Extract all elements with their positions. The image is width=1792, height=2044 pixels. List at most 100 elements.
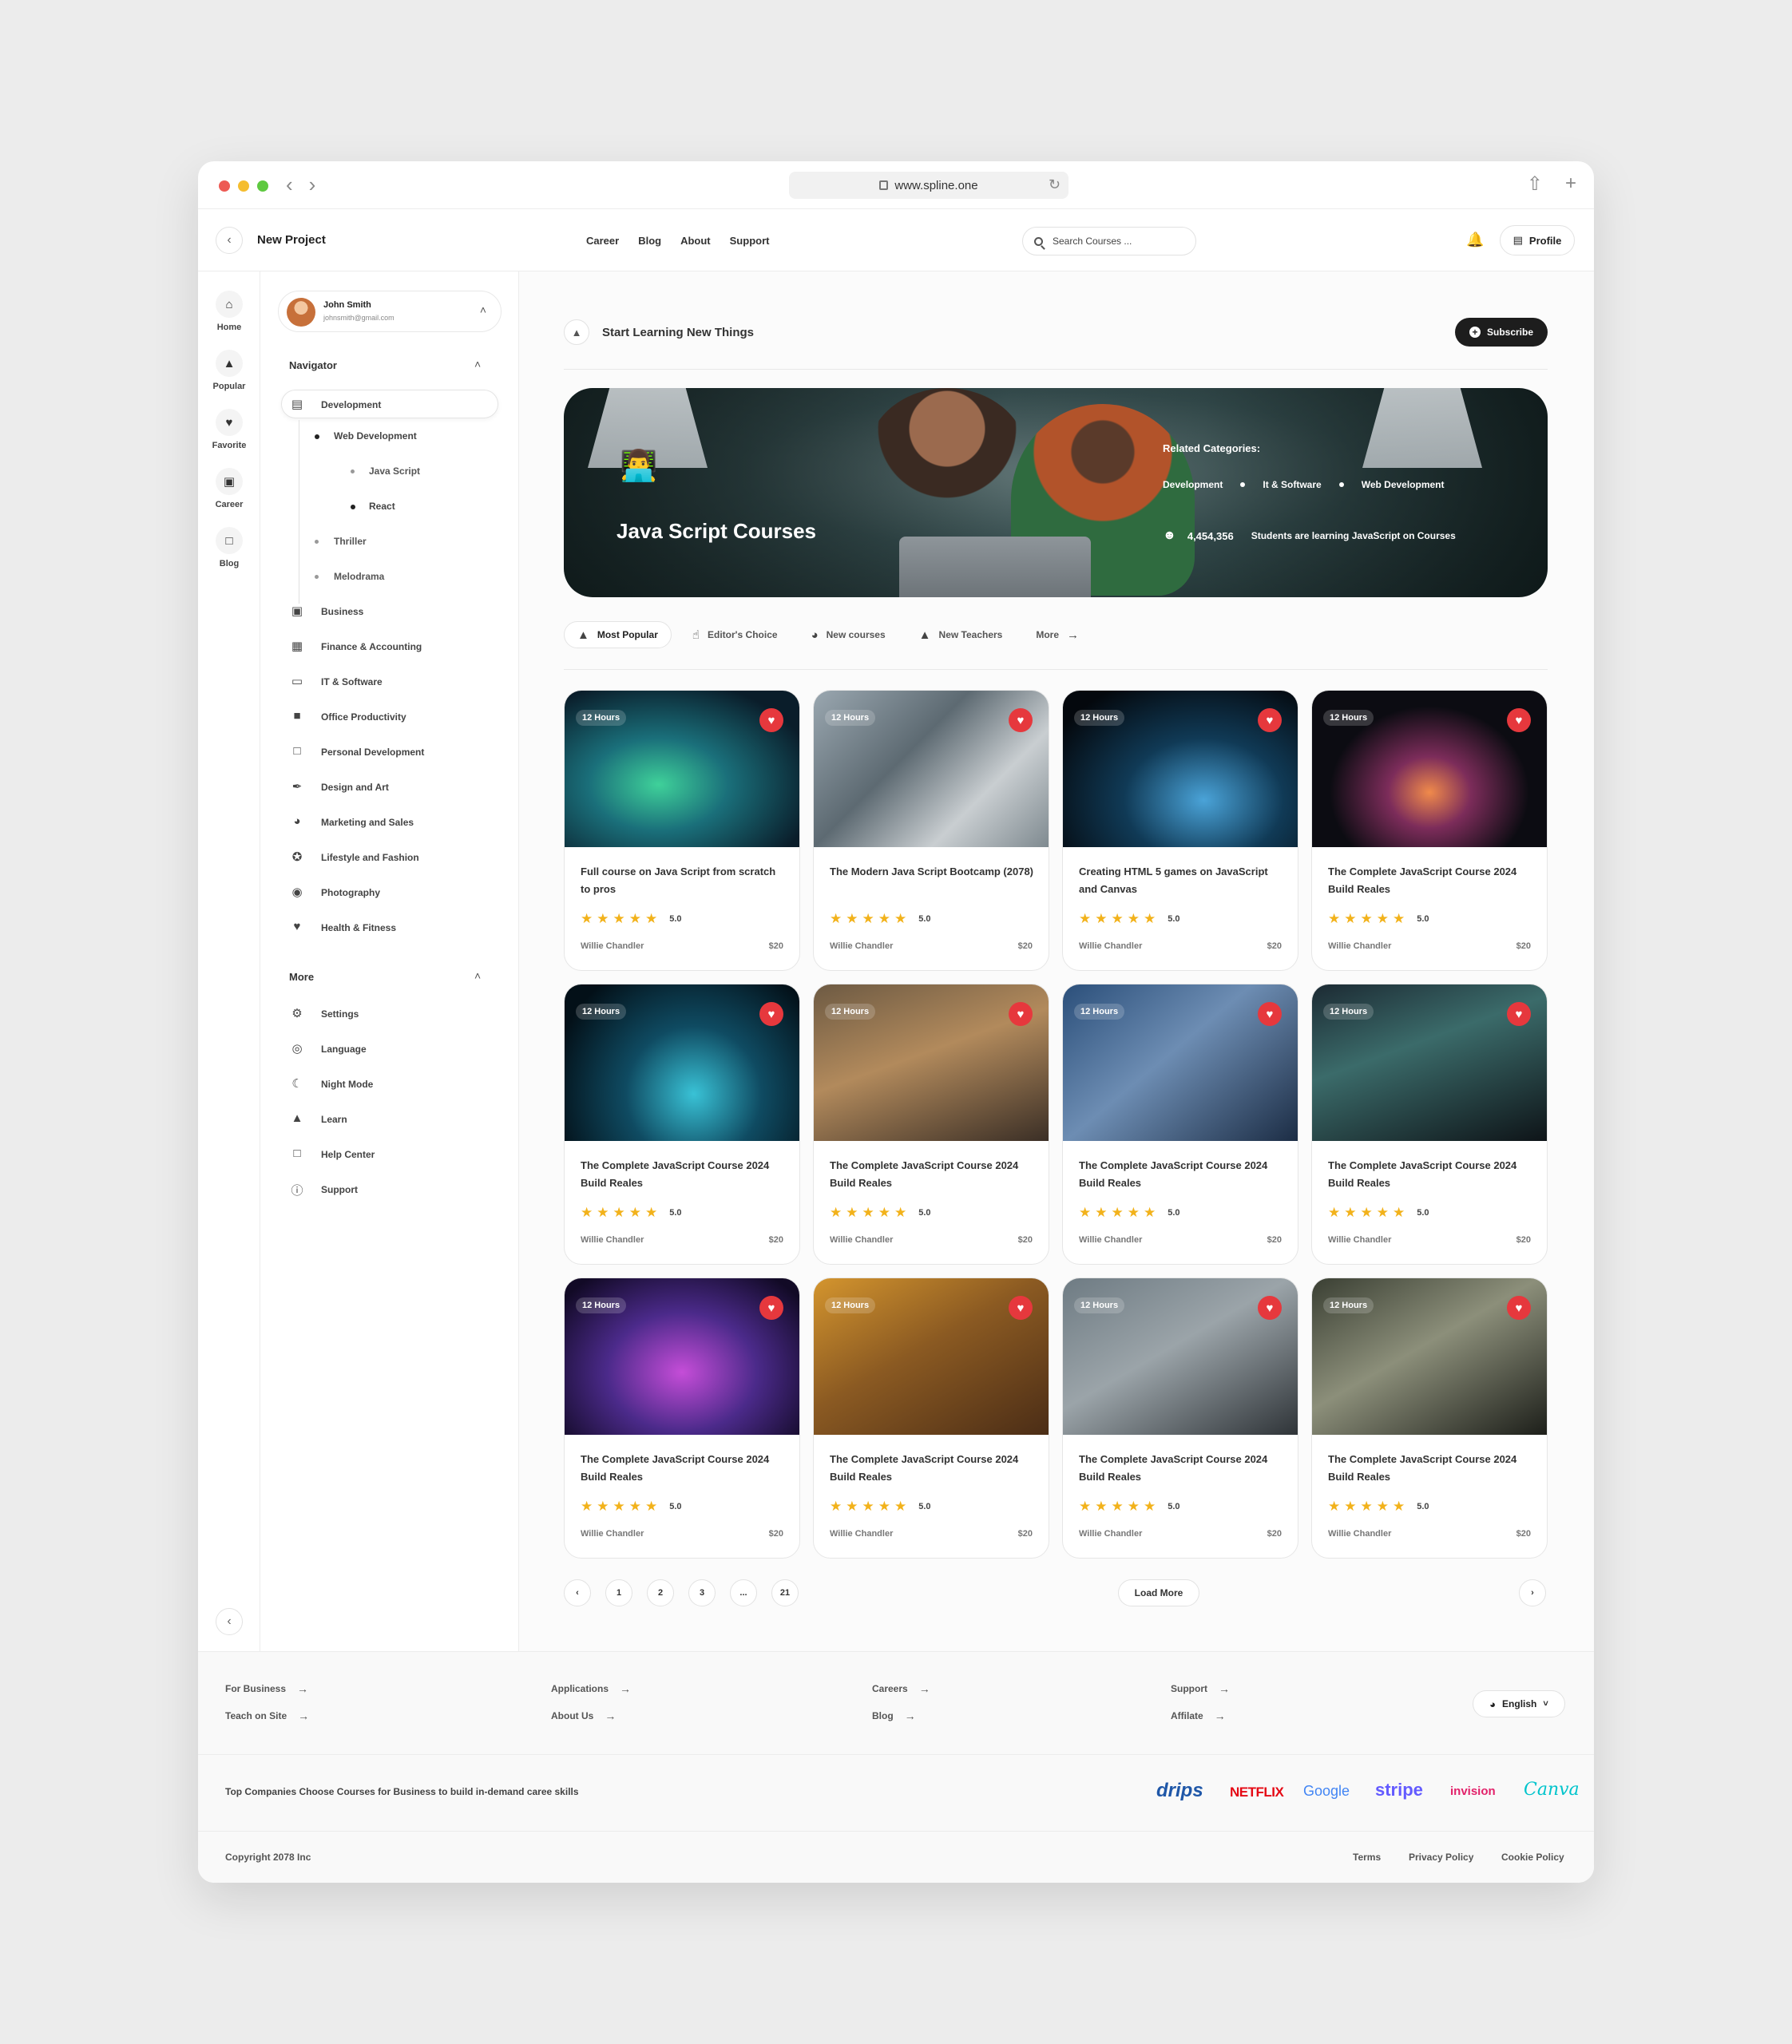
search-input[interactable]: Search Courses ... [1022,227,1196,256]
reload-icon[interactable]: ↻ [1049,176,1061,193]
footer-link-privacy-policy[interactable]: Privacy Policy [1409,1852,1473,1863]
course-title[interactable]: The Complete JavaScript Course 2024 Buil… [830,1157,1037,1192]
favorite-heart-icon[interactable]: ♥ [759,708,783,732]
star-badge-icon: ✪ [291,850,303,864]
course-card[interactable]: 12 Hours ♥ The Complete JavaScript Course … [564,1278,800,1559]
rail-item-favorite[interactable]: ♥ Favorite [198,409,260,450]
tab-editors-choice[interactable]: ☝ Editor's Choice [680,621,791,648]
favorite-heart-icon[interactable]: ♥ [1009,708,1033,732]
course-title[interactable]: Full course on Java Script from scratch … [581,863,788,898]
footer-link-cookie-policy[interactable]: Cookie Policy [1501,1852,1564,1863]
favorite-heart-icon[interactable]: ♥ [1507,1002,1531,1026]
footer-link-blog[interactable]: Blog → [872,1709,916,1722]
favorite-heart-icon[interactable]: ♥ [759,1296,783,1320]
nav-blog[interactable]: Blog [638,235,661,247]
rail-item-home[interactable]: ⌂ Home [198,291,260,332]
rail-item-career[interactable]: ▣ Career [198,468,260,509]
footer-link-terms[interactable]: Terms [1353,1852,1381,1863]
course-card[interactable]: 12 Hours ♥ Full course on Java Script from… [564,690,800,971]
course-card[interactable]: 12 Hours ♥ The Complete JavaScript Course … [1311,984,1548,1265]
tab-more[interactable]: More → [1023,621,1092,648]
course-title[interactable]: The Complete JavaScript Course 2024 Buil… [581,1157,788,1192]
page-21-button[interactable]: 21 [771,1579,799,1606]
sidebar-item-development[interactable] [281,390,498,418]
course-title[interactable]: Creating HTML 5 games on JavaScript and … [1079,863,1287,898]
browser-forward-icon[interactable]: › [309,172,316,197]
course-card[interactable]: 12 Hours ♥ The Complete JavaScript Course … [1062,984,1298,1265]
tab-new-courses[interactable]: ◕ New courses [799,621,898,648]
rail-item-blog[interactable]: □ Blog [198,527,260,568]
footer-link-careers[interactable]: Careers → [872,1682,930,1695]
related-category-web-development[interactable]: Web Development [1362,479,1445,490]
footer-link-support[interactable]: Support → [1171,1682,1230,1695]
sidebar-item-react[interactable]: React [369,501,395,512]
course-title[interactable]: The Complete JavaScript Course 2024 Buil… [1328,1157,1536,1192]
course-card[interactable]: 12 Hours ♥ Creating HTML 5 games on JavaSc… [1062,690,1298,971]
bell-icon[interactable]: 🔔 [1466,232,1484,248]
course-card[interactable]: 12 Hours ♥ The Complete JavaScript Course … [813,984,1049,1265]
related-category-it-software[interactable]: It & Software [1263,479,1321,490]
page-ellipsis[interactable]: ... [730,1579,757,1606]
course-title[interactable]: The Complete JavaScript Course 2024 Buil… [1328,1451,1536,1486]
subscribe-button[interactable]: + Subscribe [1455,318,1548,347]
course-title[interactable]: The Modern Java Script Bootcamp (2078) [830,863,1037,881]
favorite-heart-icon[interactable]: ♥ [759,1002,783,1026]
course-title[interactable]: The Complete JavaScript Course 2024 Buil… [1079,1157,1287,1192]
back-button[interactable]: ‹ [216,227,243,254]
share-icon[interactable]: ⇧ [1527,172,1543,196]
sidebar-item-thriller[interactable]: Thriller [334,536,367,547]
page-3-button[interactable]: 3 [688,1579,716,1606]
url-bar[interactable]: www.spline.one ↻ [789,172,1068,199]
collapse-sidebar-button[interactable]: ‹ [216,1608,243,1635]
minimize-window-button[interactable] [238,180,249,192]
favorite-heart-icon[interactable]: ♥ [1258,1296,1282,1320]
course-card[interactable]: 12 Hours ♥ The Complete JavaScript Course … [813,1278,1049,1559]
course-title[interactable]: The Complete JavaScript Course 2024 Buil… [1328,863,1536,898]
arrow-right-icon: → [1214,1709,1226,1722]
new-tab-icon[interactable]: + [1565,172,1576,196]
footer-link-affilate[interactable]: Affilate → [1171,1709,1226,1722]
favorite-heart-icon[interactable]: ♥ [1258,1002,1282,1026]
next-page-button[interactable]: › [1519,1579,1546,1606]
course-card[interactable]: 12 Hours ♥ The Complete JavaScript Course … [1311,1278,1548,1559]
rail-item-popular[interactable]: ▲ Popular [198,350,260,391]
sidebar-item-melodrama[interactable]: Melodrama [334,571,384,582]
course-card[interactable]: 12 Hours ♥ The Complete JavaScript Course … [564,984,800,1265]
browser-back-icon[interactable]: ‹ [286,172,293,197]
page-1-button[interactable]: 1 [605,1579,632,1606]
favorite-heart-icon[interactable]: ♥ [1507,708,1531,732]
favorite-heart-icon[interactable]: ♥ [1258,708,1282,732]
footer-link-applications[interactable]: Applications → [551,1682,631,1695]
footer-link-for-business[interactable]: For Business → [225,1682,308,1695]
chevron-up-icon[interactable]: ˄ [480,303,486,316]
course-title[interactable]: The Complete JavaScript Course 2024 Buil… [581,1451,788,1486]
sidebar-item-web-development[interactable]: Web Development [334,430,417,442]
footer-link-teach-on-site[interactable]: Teach on Site → [225,1709,309,1722]
sidebar-item-javascript[interactable]: Java Script [369,465,420,477]
page-2-button[interactable]: 2 [647,1579,674,1606]
tab-most-popular[interactable]: ▲ Most Popular [564,621,672,648]
footer-link-about-us[interactable]: About Us → [551,1709,616,1722]
nav-about[interactable]: About [680,235,711,247]
course-card[interactable]: 12 Hours ♥ The Modern Java Script Bootcamp… [813,690,1049,971]
related-category-development[interactable]: Development [1163,479,1223,490]
course-title[interactable]: The Complete JavaScript Course 2024 Buil… [1079,1451,1287,1486]
course-title[interactable]: The Complete JavaScript Course 2024 Buil… [830,1451,1037,1486]
profile-button[interactable]: ▤ Profile [1500,225,1575,256]
load-more-button[interactable]: Load More [1118,1579,1199,1606]
favorite-heart-icon[interactable]: ♥ [1009,1002,1033,1026]
language-select[interactable]: ◕ English ˅ [1473,1690,1565,1717]
prev-page-button[interactable]: ‹ [564,1579,591,1606]
tab-new-teachers[interactable]: ▲ New Teachers [906,621,1016,648]
favorite-heart-icon[interactable]: ♥ [1507,1296,1531,1320]
course-card[interactable]: 12 Hours ♥ The Complete JavaScript Course … [1311,690,1548,971]
favorite-heart-icon[interactable]: ♥ [1009,1296,1033,1320]
course-card[interactable]: 12 Hours ♥ The Complete JavaScript Course … [1062,1278,1298,1559]
nav-support[interactable]: Support [730,235,770,247]
nav-career[interactable]: Career [586,235,619,247]
maximize-window-button[interactable] [257,180,268,192]
navigator-collapse-icon[interactable]: ˄ [474,358,481,370]
user-card[interactable]: John Smith johnsmith@gmail.com ˄ [278,291,502,332]
more-collapse-icon[interactable]: ˄ [474,969,481,982]
close-window-button[interactable] [219,180,230,192]
